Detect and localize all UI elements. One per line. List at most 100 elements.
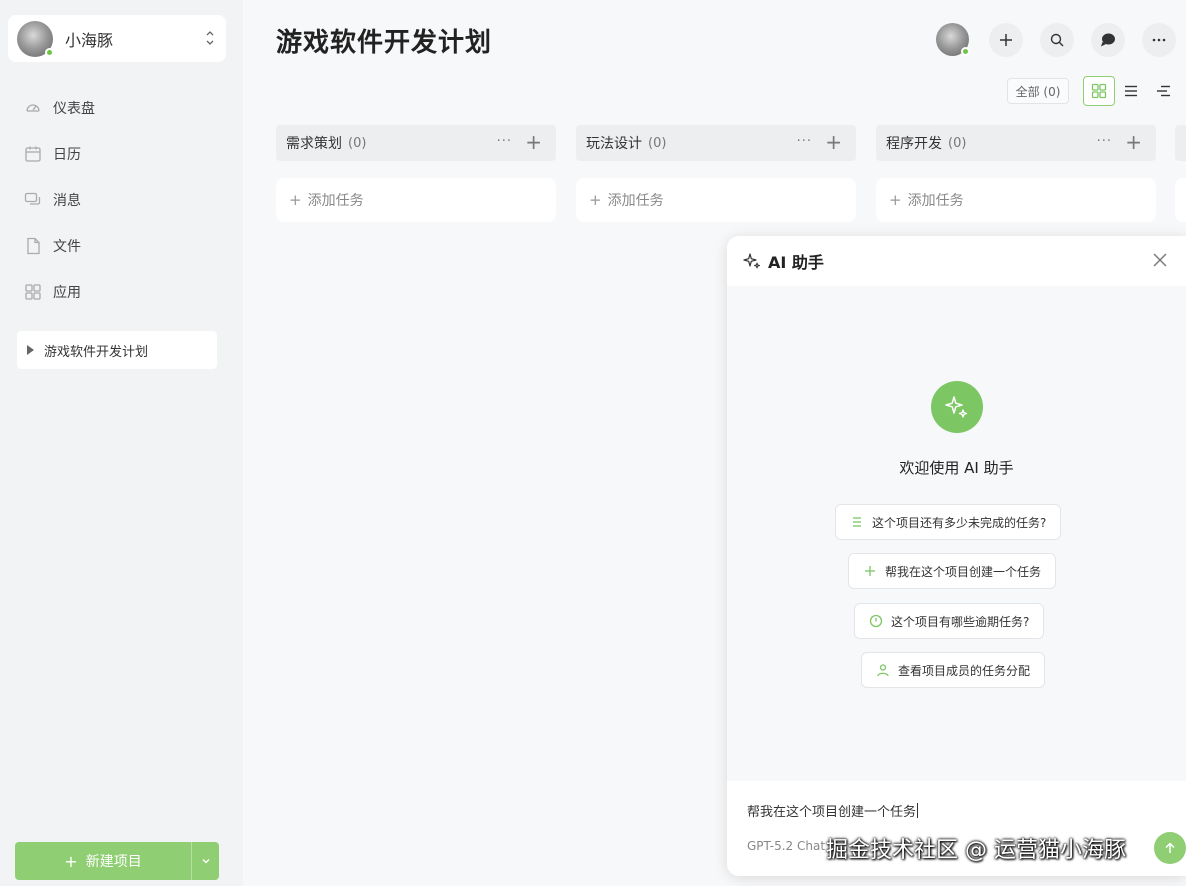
ai-panel-header: AI 助手 (727, 236, 1186, 286)
column-more-icon[interactable]: ··· (797, 134, 812, 149)
column-header: 玩法设计 (0) ··· + (576, 125, 856, 161)
ai-assistant-panel: AI 助手 欢迎使用 AI 助手 这个项目还有多少未完成的任务? 帮我在这个项目… (727, 236, 1186, 876)
more-button[interactable] (1142, 23, 1176, 57)
search-button[interactable] (1040, 23, 1074, 57)
board-column: 需求策划 (0) ··· + + 添加任务 (276, 125, 556, 222)
chevron-updown-icon (206, 31, 214, 45)
ai-model-selector[interactable]: GPT-5.2 Chat (747, 839, 825, 853)
list-icon (853, 517, 861, 527)
ai-suggestion[interactable]: 这个项目有哪些逾期任务? (854, 603, 1045, 639)
column-count: (0) (948, 135, 967, 151)
ai-panel-title: AI 助手 (768, 253, 824, 272)
new-project-button-group: + 新建项目 (15, 842, 219, 880)
ai-suggestion-label: 帮我在这个项目创建一个任务 (885, 564, 1042, 579)
add-task-button[interactable]: + 添加任务 (276, 178, 556, 222)
column-count: (0) (648, 135, 667, 151)
sidebar-item-dashboard[interactable]: 仪表盘 (0, 85, 243, 131)
sidebar-item-files[interactable]: 文件 (0, 223, 243, 269)
sidebar-project-item[interactable]: 游戏软件开发计划 (17, 331, 217, 369)
member-avatar[interactable] (936, 23, 970, 56)
plus-icon (865, 566, 875, 576)
sparkle-icon (743, 253, 760, 269)
column-more-icon[interactable]: ··· (1097, 134, 1112, 149)
column-title: 需求策划 (286, 136, 342, 152)
ai-suggestion-label: 查看项目成员的任务分配 (898, 663, 1031, 678)
send-button[interactable] (1154, 832, 1186, 864)
sidebar-item-label: 消息 (53, 193, 81, 209)
chat-bubble-icon (1101, 33, 1115, 47)
message-icon (24, 192, 41, 205)
sidebar-item-label: 日历 (53, 147, 81, 163)
ai-suggestion-label: 这个项目还有多少未完成的任务? (872, 515, 1047, 530)
column-add-icon[interactable]: + (525, 130, 542, 154)
board-column: 玩法设计 (0) ··· + + 添加任务 (576, 125, 856, 222)
online-indicator (961, 47, 970, 56)
ai-suggestion[interactable]: 查看项目成员的任务分配 (861, 652, 1046, 688)
new-project-button[interactable]: + 新建项目 (15, 842, 191, 880)
ai-suggestion-label: 这个项目有哪些逾期任务? (891, 614, 1030, 629)
column-add-icon[interactable]: + (1125, 130, 1142, 154)
new-project-label: 新建项目 (85, 854, 142, 870)
text-caret (917, 803, 919, 818)
list-view-icon[interactable] (1122, 82, 1140, 100)
caret-right-icon[interactable] (27, 345, 34, 355)
project-label: 游戏软件开发计划 (44, 344, 149, 360)
header-actions (936, 23, 1176, 57)
plus-icon: + (889, 191, 902, 209)
column-header: 需求策划 (0) ··· + (276, 125, 556, 161)
add-task-label: 添加任务 (607, 193, 664, 209)
board-column: 程序开发 (0) ··· + + 添加任务 (876, 125, 1156, 222)
online-indicator (45, 47, 54, 57)
column-add-icon[interactable]: + (825, 130, 842, 154)
ai-logo (931, 381, 983, 433)
apps-icon (25, 284, 41, 300)
add-task-label: 添加任务 (307, 193, 364, 209)
more-icon (1152, 38, 1166, 42)
user-name: 小海豚 (65, 30, 114, 50)
sidebar-item-apps[interactable]: 应用 (0, 269, 243, 315)
add-task-button[interactable]: + 添加任务 (576, 178, 856, 222)
calendar-icon (25, 146, 41, 162)
sidebar-item-label: 文件 (53, 239, 81, 255)
add-task-label: 添加任务 (907, 193, 964, 209)
plus-icon: + (289, 191, 302, 209)
watermark: 掘金技术社区 @ 运营猫小海豚 (826, 838, 1126, 863)
new-project-dropdown[interactable] (191, 842, 219, 880)
add-task-button[interactable]: + 添加任务 (876, 178, 1156, 222)
sidebar-item-messages[interactable]: 消息 (0, 177, 243, 223)
ai-suggestion[interactable]: 帮我在这个项目创建一个任务 (848, 553, 1057, 589)
user-switcher[interactable]: 小海豚 (8, 15, 226, 62)
dashboard-icon (26, 104, 40, 112)
ai-input-field[interactable]: 帮我在这个项目创建一个任务 (747, 801, 919, 820)
sidebar-nav: 仪表盘 日历 消息 文件 应用 (0, 85, 243, 315)
plus-icon: + (64, 851, 78, 871)
gantt-view-icon[interactable] (1154, 82, 1172, 100)
sidebar-item-label: 仪表盘 (53, 101, 95, 117)
column-header: 程序开发 (0) ··· + (876, 125, 1156, 161)
add-task-partial (1175, 178, 1186, 222)
ai-suggestion[interactable]: 这个项目还有多少未完成的任务? (835, 504, 1062, 540)
search-icon (1050, 33, 1064, 47)
avatar (17, 20, 54, 57)
sidebar: 小海豚 仪表盘 日历 消息 文件 应用 游戏软件开发计划 + 新建项目 (0, 0, 243, 886)
sidebar-item-label: 应用 (53, 285, 81, 301)
add-button[interactable] (989, 23, 1023, 57)
board-column-partial (1175, 125, 1186, 161)
column-count: (0) (348, 135, 367, 151)
board-view-icon (1091, 83, 1107, 99)
filter-all-button[interactable]: 全部 (0) (1007, 78, 1069, 104)
plus-icon (1000, 34, 1012, 46)
sidebar-item-calendar[interactable]: 日历 (0, 131, 243, 177)
close-icon[interactable] (1152, 252, 1168, 268)
chat-button[interactable] (1091, 23, 1125, 57)
file-icon (27, 237, 40, 255)
ai-welcome-text: 欢迎使用 AI 助手 (899, 459, 1014, 477)
page-title: 游戏软件开发计划 (276, 28, 493, 58)
plus-icon: + (589, 191, 602, 209)
clock-icon (869, 614, 883, 628)
ai-input-text: 帮我在这个项目创建一个任务 (747, 805, 917, 820)
column-more-icon[interactable]: ··· (497, 134, 512, 149)
column-title: 玩法设计 (586, 136, 642, 152)
sparkle-icon (945, 396, 968, 418)
board-view-button[interactable] (1083, 76, 1115, 106)
